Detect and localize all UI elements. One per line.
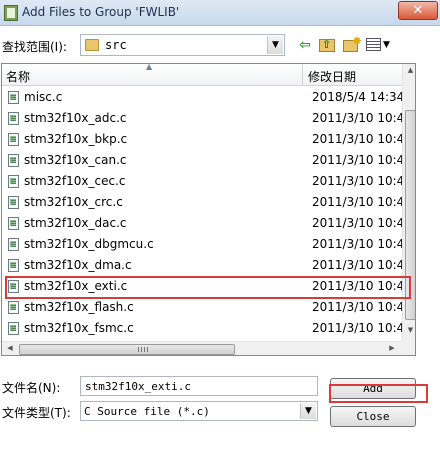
file-date: 2011/3/10 10:47 — [312, 111, 402, 125]
file-row[interactable]: stm32f10x_crc.c 2011/3/10 10:47 — [2, 192, 402, 213]
filetype-label: 文件类型(T): — [2, 406, 71, 420]
selection-highlight-box — [5, 276, 411, 299]
file-date: 2011/3/10 10:47 — [312, 132, 402, 146]
app-icon — [4, 5, 18, 21]
file-name: stm32f10x_dma.c — [24, 258, 132, 272]
file-list[interactable]: 名称 ▲ 修改日期 misc.c 2018/5/4 14:34 stm32f10x_… — [1, 63, 416, 356]
filetype-select[interactable]: C Source file (*.c) ▼ — [80, 401, 318, 421]
c-file-icon — [8, 112, 19, 125]
file-row[interactable]: stm32f10x_dbgmcu.c 2011/3/10 10:47 — [2, 234, 402, 255]
list-header: 名称 ▲ 修改日期 — [2, 64, 402, 86]
c-file-icon — [8, 196, 19, 209]
scroll-right-icon[interactable]: ▶ — [386, 344, 398, 355]
file-row[interactable]: misc.c 2018/5/4 14:34 — [2, 87, 402, 108]
file-date: 2011/3/10 10:47 — [312, 237, 402, 251]
c-file-icon — [8, 154, 19, 167]
view-menu-icon[interactable]: ▼ — [366, 36, 392, 54]
file-row[interactable]: stm32f10x_bkp.c 2011/3/10 10:47 — [2, 129, 402, 150]
close-icon: ✕ — [412, 3, 424, 18]
file-name: stm32f10x_can.c — [24, 153, 127, 167]
file-name: stm32f10x_crc.c — [24, 195, 123, 209]
file-date: 2011/3/10 10:47 — [312, 300, 402, 314]
window-title: Add Files to Group 'FWLIB' — [22, 5, 180, 19]
file-row[interactable]: stm32f10x_dma.c 2011/3/10 10:47 — [2, 255, 402, 276]
file-row[interactable]: stm32f10x_adc.c 2011/3/10 10:47 — [2, 108, 402, 129]
close-button[interactable]: Close — [330, 406, 416, 427]
c-file-icon — [8, 91, 19, 104]
scroll-down-icon[interactable]: ▼ — [404, 326, 415, 338]
lookin-combo[interactable]: src ▼ — [80, 34, 285, 56]
file-name: stm32f10x_adc.c — [24, 111, 127, 125]
back-icon[interactable]: ⇦ — [296, 36, 314, 54]
file-date: 2018/5/4 14:34 — [312, 90, 402, 104]
column-header-name[interactable]: 名称 — [6, 68, 30, 85]
scroll-corner — [402, 341, 415, 355]
file-date: 2011/3/10 10:47 — [312, 321, 402, 335]
file-row[interactable]: stm32f10x_fsmc.c 2011/3/10 10:47 — [2, 318, 402, 339]
file-row[interactable]: stm32f10x_cec.c 2011/3/10 10:47 — [2, 171, 402, 192]
filename-field[interactable]: stm32f10x_exti.c — [80, 376, 318, 396]
up-folder-icon[interactable]: ⇧ — [318, 36, 336, 54]
folder-icon — [85, 39, 99, 51]
file-date: 2011/3/10 10:47 — [312, 153, 402, 167]
file-name: stm32f10x_flash.c — [24, 300, 134, 314]
file-row[interactable]: stm32f10x_flash.c 2011/3/10 10:47 — [2, 297, 402, 318]
lookin-label: 查找范围(I): — [2, 40, 67, 54]
sort-ascending-icon: ▲ — [146, 63, 153, 71]
add-highlight-box — [329, 384, 428, 403]
filename-label: 文件名(N): — [2, 381, 61, 395]
c-file-icon — [8, 217, 19, 230]
scroll-left-icon[interactable]: ◀ — [4, 344, 16, 355]
file-name: stm32f10x_dac.c — [24, 216, 127, 230]
filetype-value: C Source file (*.c) — [84, 405, 210, 418]
file-name: stm32f10x_fsmc.c — [24, 321, 134, 335]
column-divider[interactable] — [302, 64, 303, 86]
hscroll-thumb[interactable] — [19, 344, 235, 355]
c-file-icon — [8, 133, 19, 146]
new-folder-icon[interactable]: ✸ — [342, 34, 362, 54]
file-name: stm32f10x_cec.c — [24, 174, 126, 188]
c-file-icon — [8, 238, 19, 251]
c-file-icon — [8, 175, 19, 188]
column-header-date[interactable]: 修改日期 — [308, 68, 356, 85]
file-row[interactable]: stm32f10x_dac.c 2011/3/10 10:47 — [2, 213, 402, 234]
c-file-icon — [8, 301, 19, 314]
c-file-icon — [8, 259, 19, 272]
vertical-scrollbar[interactable]: ▲ ▼ — [402, 64, 415, 341]
file-date: 2011/3/10 10:47 — [312, 258, 402, 272]
title-bar: Add Files to Group 'FWLIB' ✕ — [0, 0, 440, 26]
file-name: misc.c — [24, 90, 63, 104]
horizontal-scrollbar[interactable]: ◀ ▶ — [2, 341, 402, 355]
lookin-value: src — [105, 38, 127, 52]
file-row[interactable]: stm32f10x_can.c 2011/3/10 10:47 — [2, 150, 402, 171]
file-date: 2011/3/10 10:47 — [312, 216, 402, 230]
c-file-icon — [8, 322, 19, 335]
file-name: stm32f10x_dbgmcu.c — [24, 237, 154, 251]
chevron-down-icon[interactable]: ▼ — [300, 403, 316, 419]
file-date: 2011/3/10 10:47 — [312, 195, 402, 209]
window-close-button[interactable]: ✕ — [398, 1, 438, 20]
scroll-up-icon[interactable]: ▲ — [404, 66, 415, 78]
file-date: 2011/3/10 10:47 — [312, 174, 402, 188]
file-name: stm32f10x_bkp.c — [24, 132, 128, 146]
chevron-down-icon[interactable]: ▼ — [267, 36, 283, 54]
